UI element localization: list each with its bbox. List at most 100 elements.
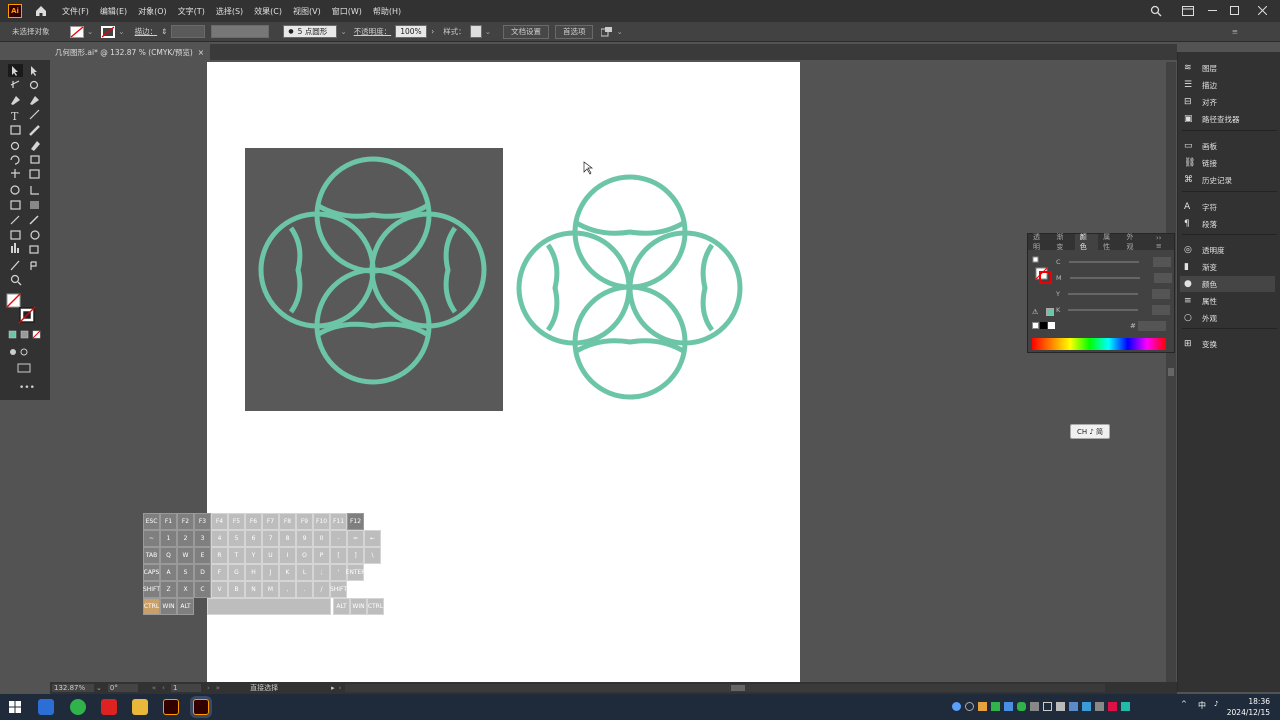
panel-item[interactable]: ⌘ 历史记录 [1184,172,1232,188]
keyboard-key[interactable]: U [262,547,279,564]
channel-slider[interactable]: M [1056,272,1174,284]
slider-track[interactable] [1069,277,1140,279]
menu-item[interactable]: 文字(T) [178,6,205,17]
color-panel-tab[interactable]: 属性 [1098,232,1121,252]
keyboard-key[interactable]: 4 [211,530,228,547]
color-panel-tab[interactable]: 颜色 [1074,233,1099,251]
keyboard-key[interactable]: C [194,581,211,598]
menu-item[interactable]: 选择(S) [216,6,243,17]
keyboard-key[interactable]: SHIFT [330,581,347,598]
keyboard-key[interactable]: H [245,564,262,581]
out-of-gamut-swatch[interactable] [1046,308,1054,316]
keyboard-key[interactable]: N [245,581,262,598]
keyboard-key[interactable]: F3 [194,513,211,530]
tray-app5-icon[interactable] [1030,702,1039,711]
panel-item[interactable]: ▮ 渐变 [1184,259,1217,275]
document-setup-button[interactable]: 文档设置 [502,24,549,39]
scrollbar-thumb[interactable] [1168,368,1174,376]
black-swatch[interactable] [1040,322,1047,329]
stroke-weight-input[interactable] [171,25,206,38]
menu-item[interactable]: 编辑(E) [100,6,127,17]
channel-value-input[interactable] [1153,273,1172,283]
tray-app4-icon[interactable] [1004,702,1013,711]
first-artboard-icon[interactable]: « [152,684,156,692]
keyboard-key[interactable]: F12 [347,513,364,530]
tray-app6-icon[interactable] [1043,702,1052,711]
stroke-dropdown-icon[interactable]: ⌄ [118,27,124,36]
tray-app2-icon[interactable] [978,702,987,711]
tray-app10-icon[interactable] [1095,702,1104,711]
keyboard-key[interactable]: , [279,581,296,598]
keyboard-key[interactable]: WIN [350,598,367,615]
keyboard-key[interactable]: 2 [177,530,194,547]
keyboard-key[interactable]: R [211,547,228,564]
keyboard-key[interactable]: P [313,547,330,564]
keyboard-key[interactable]: F8 [279,513,296,530]
variable-width-profile[interactable] [211,25,270,38]
channel-value-input[interactable] [1152,305,1171,315]
keyboard-key[interactable]: ' [330,564,347,581]
tray-expand-icon[interactable]: ^ [1181,700,1187,708]
fill-stroke-indicator-icon[interactable] [1032,256,1054,284]
menu-item[interactable]: 对象(O) [138,6,167,17]
arrange-dropdown-icon[interactable]: ⌄ [616,27,622,36]
slider-track[interactable] [1067,293,1138,295]
opacity-input[interactable]: 100% [395,25,428,38]
keyboard-key[interactable]: ← [364,530,381,547]
menu-item[interactable]: 窗口(W) [332,6,362,17]
panel-item[interactable]: A 字符 [1184,199,1217,215]
graphic-style-swatch[interactable] [469,25,482,38]
tray-app12-icon[interactable] [1121,702,1130,711]
maximize-icon[interactable] [1230,6,1239,15]
keyboard-key[interactable]: Q [160,547,177,564]
panel-item[interactable]: ◎ 透明度 [1184,242,1225,258]
keyboard-key[interactable]: S [177,564,194,581]
keyboard-key[interactable]: J [262,564,279,581]
panel-item[interactable]: ≋ 图层 [1184,60,1217,76]
tray-app8-icon[interactable] [1069,702,1078,711]
system-clock[interactable]: 18:36 2024/12/15 [1227,696,1270,718]
keyboard-key[interactable]: 7 [262,530,279,547]
status-menu-arrow-icon[interactable]: ▸ [331,684,335,692]
opacity-arrow-icon[interactable]: › [431,27,434,36]
keyboard-key[interactable]: . [296,581,313,598]
channel-value-input[interactable] [1151,289,1170,299]
keyboard-key[interactable]: = [347,530,364,547]
panel-item[interactable]: ⊞ 变换 [1184,336,1217,352]
document-tab[interactable]: 几何图形.ai* @ 132.87 % (CMYK/预览) × [50,44,210,60]
input-language[interactable]: 中 [1198,700,1206,711]
panel-item[interactable]: ○ 外观 [1184,310,1217,326]
keyboard-key[interactable]: F11 [330,513,347,530]
hex-input[interactable] [1138,321,1166,331]
keyboard-key[interactable]: CTRL [143,598,160,615]
keyboard-key[interactable]: 0 [313,530,330,547]
channel-slider[interactable]: Y [1056,288,1174,300]
panel-item[interactable]: ⊟ 对齐 [1184,94,1217,110]
keyboard-key[interactable]: Y [245,547,262,564]
panel-item[interactable]: ≡ 属性 [1184,293,1217,309]
channel-slider[interactable]: C [1056,256,1174,268]
channel-slider[interactable]: K [1056,304,1174,316]
keyboard-key[interactable]: ~ [143,530,160,547]
panel-item[interactable]: ▣ 路径查找器 [1184,111,1240,127]
zoom-dropdown-icon[interactable]: ⌄ [96,684,102,692]
brush-definition[interactable]: ● 5 点圆形 [283,25,338,38]
panel-item[interactable]: ▭ 画板 [1184,138,1217,154]
keyboard-key[interactable]: ALT [177,598,194,615]
keyboard-key[interactable]: CAPS [143,564,160,581]
keyboard-key[interactable]: ALT [333,598,350,615]
ime-indicator[interactable]: CH ♪ 简 [1070,424,1110,439]
keyboard-key[interactable]: F2 [177,513,194,530]
keyboard-key[interactable]: Z [160,581,177,598]
none-swatch[interactable] [1032,322,1039,329]
keyboard-key[interactable]: V [211,581,228,598]
keyboard-key[interactable]: G [228,564,245,581]
last-artboard-icon[interactable]: » [216,684,220,692]
opacity-label[interactable]: 不透明度： [354,26,392,37]
keyboard-key[interactable]: ESC [143,513,160,530]
keyboard-key[interactable]: 9 [296,530,313,547]
color-panel-tab[interactable]: 外观 [1122,232,1145,252]
on-screen-keyboard[interactable]: ESC F1 F2 F3 F4 F5 F6 F7 F8 F9 F10 F11 F12 ~1 2 3 4 5 6 7 8 9… [143,513,385,617]
keyboard-key[interactable]: F [211,564,228,581]
panel-item[interactable]: ☰ 描边 [1184,77,1217,93]
